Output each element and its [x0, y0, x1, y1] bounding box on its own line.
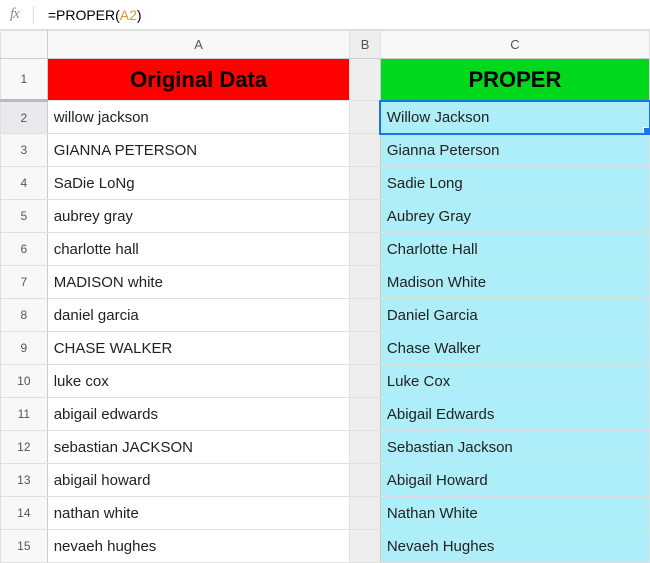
column-header-row: A B C — [1, 31, 650, 59]
row-header[interactable]: 15 — [1, 530, 48, 563]
cell-proper[interactable]: Abigail Edwards — [380, 398, 649, 431]
row-header[interactable]: 9 — [1, 332, 48, 365]
cell-original[interactable]: sebastian JACKSON — [47, 431, 350, 464]
cell-spacer[interactable] — [350, 431, 380, 464]
cell-spacer[interactable] — [350, 530, 380, 563]
table-row: 14 nathan white Nathan White — [1, 497, 650, 530]
cell-original[interactable]: charlotte hall — [47, 233, 350, 266]
row-header[interactable]: 13 — [1, 464, 48, 497]
cell-proper-selected[interactable]: Willow Jackson — [380, 101, 649, 134]
cell-proper[interactable]: Abigail Howard — [380, 464, 649, 497]
cell-original[interactable]: CHASE WALKER — [47, 332, 350, 365]
cell-original[interactable]: daniel garcia — [47, 299, 350, 332]
cell-spacer[interactable] — [350, 233, 380, 266]
cell-original[interactable]: abigail edwards — [47, 398, 350, 431]
cell-original[interactable]: luke cox — [47, 365, 350, 398]
formula-bar[interactable]: fx =PROPER(A2) — [0, 0, 650, 30]
cell-spacer[interactable] — [350, 365, 380, 398]
formula-suffix: ) — [137, 7, 142, 23]
header-proper[interactable]: PROPER — [380, 59, 649, 101]
row-header[interactable]: 14 — [1, 497, 48, 530]
cell-spacer[interactable] — [350, 167, 380, 200]
cell-proper[interactable]: Nathan White — [380, 497, 649, 530]
fx-icon: fx — [10, 6, 19, 23]
row-header[interactable]: 6 — [1, 233, 48, 266]
table-row: 2 willow jackson Willow Jackson — [1, 101, 650, 134]
row-header[interactable]: 12 — [1, 431, 48, 464]
table-row: 4 SaDie LoNg Sadie Long — [1, 167, 650, 200]
cell-spacer[interactable] — [350, 299, 380, 332]
cell-proper[interactable]: Nevaeh Hughes — [380, 530, 649, 563]
formula-bar-divider — [33, 6, 34, 24]
formula-cell-ref: A2 — [120, 7, 137, 23]
cell-proper[interactable]: Chase Walker — [380, 332, 649, 365]
table-row: 10 luke cox Luke Cox — [1, 365, 650, 398]
row-header[interactable]: 1 — [1, 59, 48, 101]
row-header[interactable]: 10 — [1, 365, 48, 398]
table-row: 15 nevaeh hughes Nevaeh Hughes — [1, 530, 650, 563]
select-all-corner[interactable] — [1, 31, 48, 59]
table-row: 3 GIANNA PETERSON Gianna Peterson — [1, 134, 650, 167]
cell-proper[interactable]: Madison White — [380, 266, 649, 299]
formula-prefix: =PROPER( — [48, 7, 120, 23]
cell-original[interactable]: GIANNA PETERSON — [47, 134, 350, 167]
cell-spacer[interactable] — [350, 464, 380, 497]
cell-original[interactable]: nevaeh hughes — [47, 530, 350, 563]
cell-spacer[interactable] — [350, 200, 380, 233]
cell-spacer[interactable] — [350, 266, 380, 299]
row-header[interactable]: 4 — [1, 167, 48, 200]
cell-original[interactable]: nathan white — [47, 497, 350, 530]
cell-proper[interactable]: Sebastian Jackson — [380, 431, 649, 464]
table-row: 11 abigail edwards Abigail Edwards — [1, 398, 650, 431]
row-header[interactable]: 7 — [1, 266, 48, 299]
row-header[interactable]: 5 — [1, 200, 48, 233]
row-header[interactable]: 3 — [1, 134, 48, 167]
cell-spacer[interactable] — [350, 101, 380, 134]
cell-proper[interactable]: Aubrey Gray — [380, 200, 649, 233]
table-row: 12 sebastian JACKSON Sebastian Jackson — [1, 431, 650, 464]
table-row: 1 Original Data PROPER — [1, 59, 650, 101]
row-header[interactable]: 2 — [1, 101, 48, 134]
spreadsheet-grid[interactable]: A B C 1 Original Data PROPER 2 willow ja… — [0, 30, 650, 563]
cell-original[interactable]: willow jackson — [47, 101, 350, 134]
cell-spacer[interactable] — [350, 497, 380, 530]
cell-original[interactable]: MADISON white — [47, 266, 350, 299]
cell-original[interactable]: aubrey gray — [47, 200, 350, 233]
cell-spacer[interactable] — [350, 332, 380, 365]
cell-original[interactable]: abigail howard — [47, 464, 350, 497]
table-row: 7 MADISON white Madison White — [1, 266, 650, 299]
column-header-a[interactable]: A — [47, 31, 350, 59]
table-row: 6 charlotte hall Charlotte Hall — [1, 233, 650, 266]
header-original-data[interactable]: Original Data — [47, 59, 350, 101]
row-header[interactable]: 11 — [1, 398, 48, 431]
column-header-c[interactable]: C — [380, 31, 649, 59]
cell-proper[interactable]: Daniel Garcia — [380, 299, 649, 332]
cell-spacer[interactable] — [350, 398, 380, 431]
table-row: 13 abigail howard Abigail Howard — [1, 464, 650, 497]
cell-proper[interactable]: Sadie Long — [380, 167, 649, 200]
cell-proper[interactable]: Gianna Peterson — [380, 134, 649, 167]
formula-input[interactable]: =PROPER(A2) — [48, 7, 142, 23]
cell-proper[interactable]: Luke Cox — [380, 365, 649, 398]
cell-original[interactable]: SaDie LoNg — [47, 167, 350, 200]
cell-proper[interactable]: Charlotte Hall — [380, 233, 649, 266]
cell-b1[interactable] — [350, 59, 380, 101]
table-row: 5 aubrey gray Aubrey Gray — [1, 200, 650, 233]
cell-spacer[interactable] — [350, 134, 380, 167]
table-row: 9 CHASE WALKER Chase Walker — [1, 332, 650, 365]
row-header[interactable]: 8 — [1, 299, 48, 332]
column-header-b[interactable]: B — [350, 31, 380, 59]
table-row: 8 daniel garcia Daniel Garcia — [1, 299, 650, 332]
